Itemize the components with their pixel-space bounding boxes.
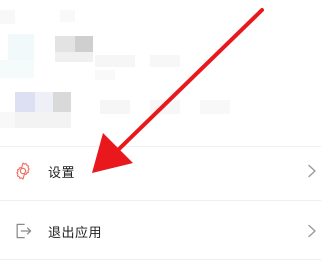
divider-bottom xyxy=(0,259,321,260)
divider-middle xyxy=(0,200,321,201)
menu-item-settings[interactable]: 设置 xyxy=(0,148,321,194)
menu-item-exit-app[interactable]: 退出应用 xyxy=(0,208,321,254)
chevron-right-icon xyxy=(308,164,316,178)
gear-icon xyxy=(12,160,34,182)
exit-icon xyxy=(12,220,34,242)
chevron-right-icon xyxy=(308,224,316,238)
app-screen: 设置 退出应用 xyxy=(0,0,321,269)
menu-item-label: 设置 xyxy=(48,165,76,181)
menu-item-label: 退出应用 xyxy=(48,225,103,241)
divider-top xyxy=(0,146,321,147)
blurred-profile-area xyxy=(0,0,321,140)
